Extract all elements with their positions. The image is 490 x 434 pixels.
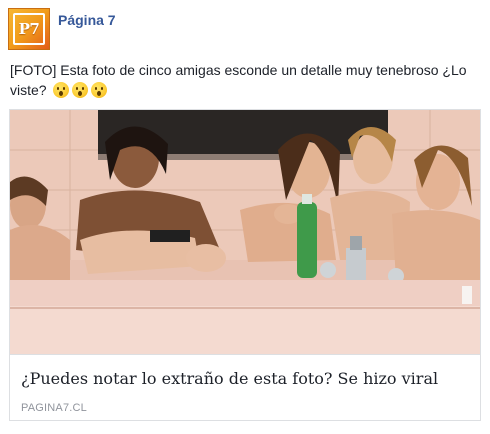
astonished-face-emoji-icon	[53, 82, 70, 98]
link-preview-card[interactable]: ¿Puedes notar lo extraño de esta foto? S…	[9, 109, 481, 421]
page-avatar[interactable]: P7	[8, 8, 50, 50]
bathtub-photo	[10, 110, 480, 354]
link-preview-image[interactable]	[10, 110, 480, 354]
page-name-link[interactable]: Página 7	[58, 12, 116, 28]
astonished-face-emoji-icon	[91, 82, 108, 98]
facebook-post: P7 Página 7 [FOTO] Esta foto de cinco am…	[0, 0, 490, 434]
link-domain: PAGINA7.CL	[21, 402, 87, 414]
post-header: P7 Página 7	[8, 8, 482, 52]
post-caption: [FOTO] Esta foto de cinco amigas esconde…	[10, 60, 480, 100]
avatar-logo: P7	[13, 13, 45, 45]
link-title[interactable]: ¿Puedes notar lo extraño de esta foto? S…	[21, 369, 471, 388]
avatar-logo-text: P7	[18, 20, 40, 38]
astonished-face-emoji-icon	[72, 82, 89, 98]
link-preview-info[interactable]: ¿Puedes notar lo extraño de esta foto? S…	[10, 354, 480, 420]
